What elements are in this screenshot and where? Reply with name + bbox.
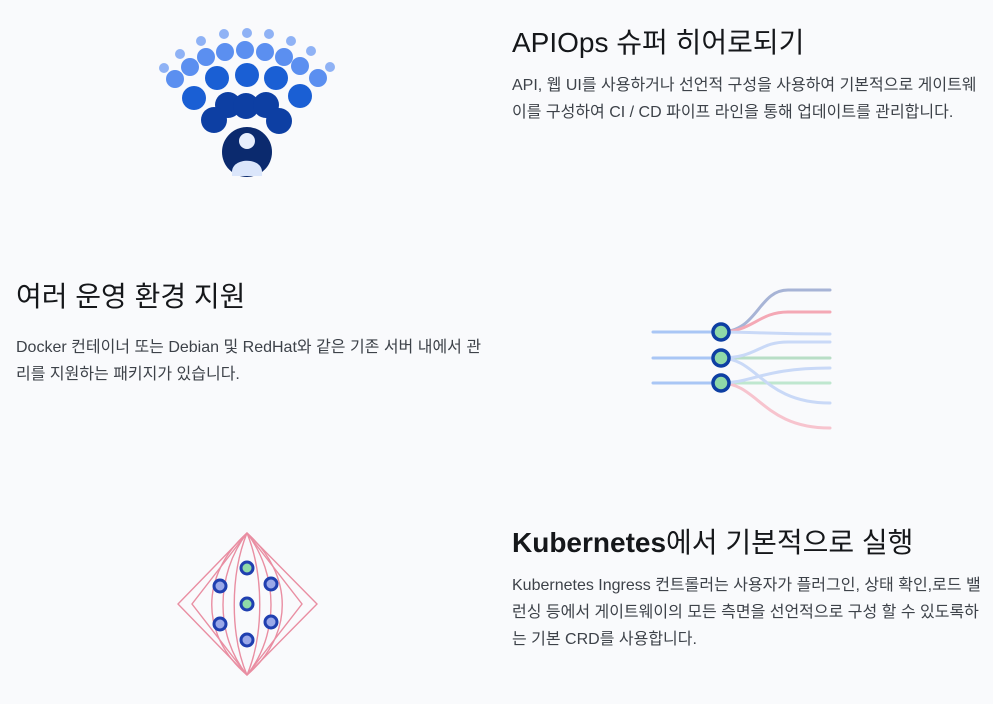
kubernetes-mesh-icon	[170, 525, 325, 680]
feature-apiops: APIOps 슈퍼 히어로되기 API, 웹 UI를 사용하거나 선언적 구성을…	[512, 26, 982, 126]
traffic-routing-icon	[648, 280, 838, 440]
feature-description: API, 웹 UI를 사용하거나 선언적 구성을 사용하여 기본적으로 게이트웨…	[512, 77, 977, 121]
feature-title: Kubernetes에서 기본적으로 실행	[512, 526, 982, 560]
page: APIOps 슈퍼 히어로되기 API, 웹 UI를 사용하거나 선언적 구성을…	[0, 0, 993, 704]
kubernetes-mesh-graphic	[177, 531, 318, 677]
traffic-routing-graphic	[651, 288, 832, 430]
feature-kubernetes: Kubernetes에서 기본적으로 실행 Kubernetes Ingress…	[512, 526, 982, 653]
feature-description: Kubernetes Ingress 컨트롤러는 사용자가 플러그인, 상태 확…	[512, 577, 981, 648]
feature-title: 여러 운영 환경 지원	[16, 281, 246, 312]
feature-multi-env: 여러 운영 환경 지원 Docker 컨테이너 또는 Debian 및 RedH…	[16, 280, 486, 388]
feature-title-strong: Kubernetes	[512, 527, 667, 558]
hero-crowd-graphic	[159, 28, 335, 177]
feature-title-rest: 에서 기본적으로 실행	[666, 527, 914, 558]
feature-title: APIOps 슈퍼 히어로되기	[512, 27, 805, 58]
hero-crowd-icon	[150, 20, 350, 185]
feature-description: Docker 컨테이너 또는 Debian 및 RedHat와 같은 기존 서버…	[16, 339, 482, 383]
